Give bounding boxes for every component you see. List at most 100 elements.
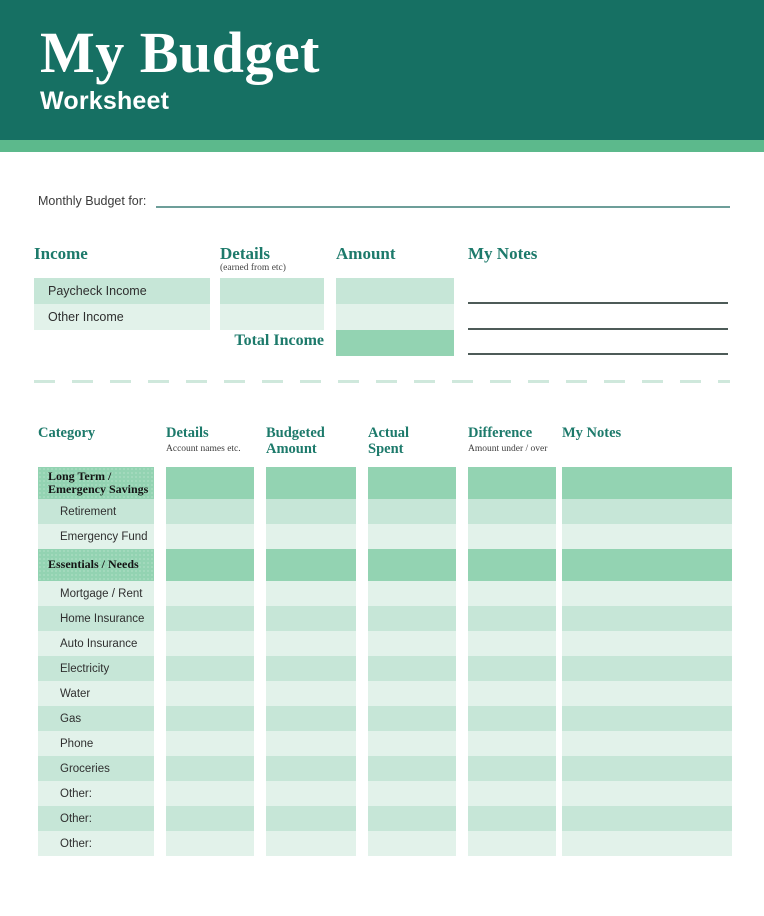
actual-spent-input[interactable] [368,781,456,806]
budgeted-amount-input[interactable] [266,524,356,549]
category-label: Essentials / Needs [48,557,139,572]
notes-input[interactable] [562,524,732,549]
notes-input[interactable] [562,681,732,706]
table-row: Auto Insurance [38,631,732,656]
income-details-input[interactable] [220,278,324,304]
difference-input[interactable] [468,656,556,681]
budgeted-amount-input[interactable] [266,831,356,856]
details-input[interactable] [166,706,254,731]
details-input[interactable] [166,806,254,831]
actual-spent-input[interactable] [368,549,456,581]
notes-input[interactable] [562,731,732,756]
actual-spent-input[interactable] [368,499,456,524]
income-amount-input[interactable] [336,278,454,304]
income-amount-input[interactable] [336,304,454,330]
notes-input[interactable] [562,756,732,781]
notes-input[interactable] [562,606,732,631]
budgeted-amount-input[interactable] [266,781,356,806]
difference-input[interactable] [468,681,556,706]
actual-spent-input[interactable] [368,524,456,549]
income-header-amount: Amount [336,244,396,263]
category-label: Mortgage / Rent [60,587,143,600]
income-note-line[interactable] [468,353,728,355]
table-section-row: Essentials / Needs [38,549,732,581]
details-input[interactable] [166,731,254,756]
difference-input[interactable] [468,631,556,656]
details-input[interactable] [166,499,254,524]
details-input[interactable] [166,467,254,499]
notes-input[interactable] [562,499,732,524]
actual-spent-input[interactable] [368,467,456,499]
table-row: Emergency Fund [38,524,732,549]
category-cell: Essentials / Needs [38,549,154,581]
monthly-budget-input[interactable] [156,206,730,208]
difference-input[interactable] [468,467,556,499]
difference-input[interactable] [468,524,556,549]
difference-input[interactable] [468,756,556,781]
actual-spent-input[interactable] [368,731,456,756]
category-cell: Home Insurance [38,606,154,631]
difference-input[interactable] [468,499,556,524]
difference-input[interactable] [468,706,556,731]
notes-input[interactable] [562,581,732,606]
budgeted-amount-input[interactable] [266,806,356,831]
details-input[interactable] [166,606,254,631]
actual-spent-input[interactable] [368,581,456,606]
budgeted-amount-input[interactable] [266,581,356,606]
budgeted-amount-input[interactable] [266,549,356,581]
notes-input[interactable] [562,831,732,856]
actual-spent-input[interactable] [368,806,456,831]
actual-spent-input[interactable] [368,756,456,781]
budgeted-amount-input[interactable] [266,656,356,681]
details-input[interactable] [166,681,254,706]
details-input[interactable] [166,549,254,581]
details-input[interactable] [166,524,254,549]
budgeted-amount-input[interactable] [266,631,356,656]
income-note-line[interactable] [468,302,728,304]
income-note-line[interactable] [468,328,728,330]
notes-input[interactable] [562,656,732,681]
details-input[interactable] [166,631,254,656]
total-income-amount[interactable] [336,330,454,356]
notes-input[interactable] [562,706,732,731]
details-input[interactable] [166,781,254,806]
income-details-input[interactable] [220,304,324,330]
notes-input[interactable] [562,549,732,581]
budgeted-amount-input[interactable] [266,681,356,706]
notes-input[interactable] [562,631,732,656]
category-label: Electricity [60,662,110,675]
budgeted-amount-input[interactable] [266,499,356,524]
difference-input[interactable] [468,806,556,831]
notes-input[interactable] [562,781,732,806]
difference-input[interactable] [468,731,556,756]
actual-spent-input[interactable] [368,606,456,631]
notes-input[interactable] [562,467,732,499]
category-cell: Retirement [38,499,154,524]
details-input[interactable] [166,831,254,856]
difference-input[interactable] [468,581,556,606]
actual-spent-input[interactable] [368,656,456,681]
budgeted-amount-input[interactable] [266,606,356,631]
actual-spent-input[interactable] [368,831,456,856]
actual-spent-input[interactable] [368,631,456,656]
category-label: Other: [60,787,92,800]
actual-spent-input[interactable] [368,681,456,706]
table-row: Other: [38,781,732,806]
difference-input[interactable] [468,781,556,806]
page-header: My Budget Worksheet [0,0,764,140]
budgeted-amount-input[interactable] [266,756,356,781]
actual-spent-input[interactable] [368,706,456,731]
budgeted-amount-input[interactable] [266,467,356,499]
difference-input[interactable] [468,606,556,631]
page-body: Monthly Budget for: Income Details (earn… [0,194,764,856]
details-input[interactable] [166,581,254,606]
column-header-difference: Difference [468,425,533,441]
budget-table-rows: Long Term / Emergency Savings Retirement Em… [38,467,732,856]
details-input[interactable] [166,756,254,781]
budgeted-amount-input[interactable] [266,706,356,731]
budgeted-amount-input[interactable] [266,731,356,756]
details-input[interactable] [166,656,254,681]
notes-input[interactable] [562,806,732,831]
difference-input[interactable] [468,831,556,856]
difference-input[interactable] [468,549,556,581]
